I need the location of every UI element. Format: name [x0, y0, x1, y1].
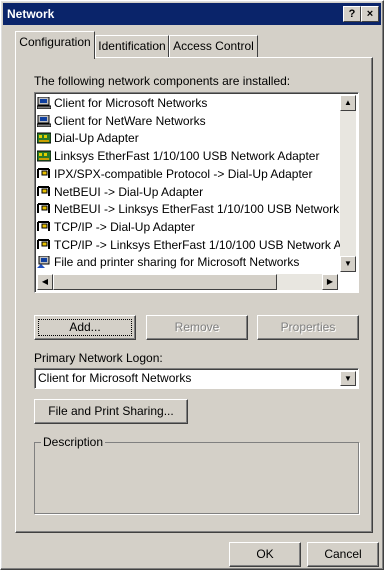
- tab-identification[interactable]: Identification: [95, 35, 169, 58]
- remove-button[interactable]: Remove: [146, 315, 248, 340]
- network-dialog: Network ? × Configuration Identification…: [0, 0, 384, 570]
- sharing-icon: [37, 255, 51, 269]
- scroll-left-icon[interactable]: ◀: [37, 274, 53, 290]
- components-label: The following network components are ins…: [34, 74, 291, 88]
- components-listbox[interactable]: Client for Microsoft Networks Client for …: [34, 92, 359, 293]
- list-item-label: IPX/SPX-compatible Protocol -> Dial-Up A…: [54, 166, 313, 181]
- list-item-label: NetBEUI -> Linksys EtherFast 1/10/100 US…: [54, 202, 357, 217]
- ok-button[interactable]: OK: [229, 542, 301, 567]
- client-icon: [36, 96, 52, 110]
- list-item[interactable]: Client for Microsoft Networks: [36, 95, 208, 112]
- protocol-icon: [37, 167, 51, 180]
- horizontal-scroll-thumb[interactable]: [53, 274, 277, 290]
- properties-button-label: Properties: [280, 320, 336, 334]
- primary-logon-select[interactable]: Client for Microsoft Networks ▼: [34, 368, 359, 389]
- list-item-label: File and printer sharing for Microsoft N…: [54, 255, 300, 270]
- add-button[interactable]: Add...: [34, 315, 136, 340]
- client-icon: [36, 114, 52, 128]
- protocol-icon: [37, 203, 51, 215]
- list-item[interactable]: Client for NetWare Networks: [36, 113, 206, 130]
- tab-configuration-label: Configuration: [19, 35, 91, 49]
- list-item-label: Client for Microsoft Networks: [54, 96, 208, 110]
- focus-rect: [38, 319, 132, 336]
- list-item-label: Linksys EtherFast 1/10/100 USB Network A…: [54, 149, 320, 164]
- list-item-label: Dial-Up Adapter: [54, 131, 139, 146]
- tab-access-control-label: Access Control: [173, 39, 254, 53]
- protocol-icon: [37, 185, 51, 198]
- description-group: Description: [34, 435, 359, 514]
- list-item[interactable]: NetBEUI -> Linksys EtherFast 1/10/100 US…: [37, 201, 356, 218]
- scroll-up-icon[interactable]: ▲: [340, 95, 356, 111]
- scroll-down-icon[interactable]: ▼: [340, 256, 356, 272]
- window-title: Network: [7, 7, 55, 21]
- list-item[interactable]: IPX/SPX-compatible Protocol -> Dial-Up A…: [37, 166, 312, 183]
- list-item[interactable]: Dial-Up Adapter: [36, 130, 139, 147]
- list-item[interactable]: TCP/IP -> Linksys EtherFast 1/10/100 USB…: [37, 237, 355, 254]
- help-button[interactable]: ?: [343, 6, 361, 22]
- scroll-right-icon[interactable]: ▶: [322, 274, 338, 290]
- tab-configuration[interactable]: Configuration: [15, 31, 95, 59]
- primary-logon-value: Client for Microsoft Networks: [38, 371, 192, 385]
- horizontal-scrollbar[interactable]: ◀ ▶: [37, 274, 338, 290]
- tab-access-control[interactable]: Access Control: [169, 35, 258, 58]
- tab-identification-label: Identification: [98, 39, 166, 53]
- ok-button-label: OK: [256, 547, 274, 561]
- primary-logon-label: Primary Network Logon:: [34, 351, 163, 365]
- list-item[interactable]: TCP/IP -> Dial-Up Adapter: [37, 219, 195, 236]
- file-print-sharing-button[interactable]: File and Print Sharing...: [34, 399, 188, 424]
- list-item-label: NetBEUI -> Dial-Up Adapter: [54, 184, 204, 199]
- title-bar[interactable]: Network ? ×: [3, 3, 381, 25]
- cancel-button[interactable]: Cancel: [307, 542, 379, 567]
- list-item[interactable]: NetBEUI -> Dial-Up Adapter: [37, 184, 203, 201]
- adapter-icon: [36, 132, 52, 144]
- list-item[interactable]: Linksys EtherFast 1/10/100 USB Network A…: [36, 148, 320, 165]
- adapter-icon: [36, 150, 52, 162]
- remove-button-label: Remove: [174, 320, 220, 334]
- description-legend: Description: [41, 435, 106, 449]
- vertical-scrollbar[interactable]: ▲ ▼: [340, 95, 356, 272]
- list-item[interactable]: File and printer sharing for Microsoft N…: [37, 254, 299, 271]
- close-button[interactable]: ×: [361, 6, 379, 22]
- list-item-label: TCP/IP -> Linksys EtherFast 1/10/100 USB…: [54, 237, 355, 252]
- protocol-icon: [37, 238, 51, 251]
- list-item-label: TCP/IP -> Dial-Up Adapter: [54, 219, 195, 234]
- protocol-icon: [37, 220, 51, 233]
- dropdown-arrow-icon[interactable]: ▼: [340, 371, 356, 386]
- list-item-label: Client for NetWare Networks: [54, 113, 206, 128]
- properties-button[interactable]: Properties: [257, 315, 359, 340]
- file-print-sharing-label: File and Print Sharing...: [48, 404, 174, 418]
- cancel-button-label: Cancel: [324, 547, 362, 561]
